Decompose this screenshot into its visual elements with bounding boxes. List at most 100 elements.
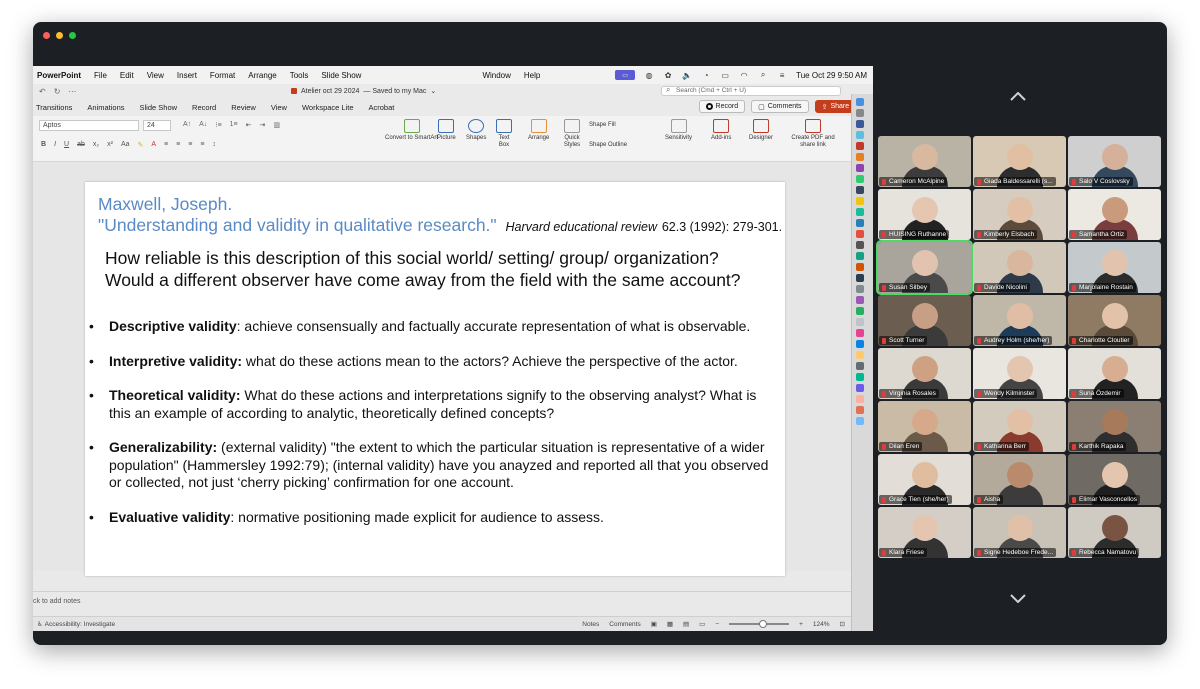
participant-tile[interactable]: Kimberly Elsbach <box>973 189 1066 240</box>
align-center-icon[interactable]: ≡ <box>176 141 180 149</box>
menu-format[interactable]: Format <box>210 71 235 80</box>
notes-pane[interactable]: ck to add notes <box>33 591 851 611</box>
menu-edit[interactable]: Edit <box>120 71 134 80</box>
participant-tile[interactable]: Signe Hedeboe Frede... <box>973 507 1066 558</box>
dock-app-icon[interactable] <box>856 329 864 337</box>
dock-app-icon[interactable] <box>856 186 864 194</box>
menu-slide-show[interactable]: Slide Show <box>321 71 361 80</box>
participant-tile[interactable]: Suna Özdemir <box>1068 348 1161 399</box>
slideshow-view-icon[interactable]: ▭ <box>699 620 705 628</box>
dock-app-icon[interactable] <box>856 197 864 205</box>
participant-tile[interactable]: Audrey Holm (she/her) <box>973 295 1066 346</box>
participant-tile[interactable]: Wendy Kilminster <box>973 348 1066 399</box>
minimize-window-button[interactable] <box>56 32 63 39</box>
convert-smartart-button[interactable]: Convert to SmartArt <box>385 119 438 142</box>
participant-tile[interactable]: Katharina Berr <box>973 401 1066 452</box>
shape-outline-button[interactable]: Shape Outline <box>589 142 627 149</box>
participant-tile[interactable]: Samantha Ortiz <box>1068 189 1161 240</box>
tab-review[interactable]: Review <box>231 103 256 112</box>
undo-icon[interactable]: ↶ <box>39 87 46 96</box>
tab-workspace-lite[interactable]: Workspace Lite <box>302 103 354 112</box>
dock-app-icon[interactable] <box>856 175 864 183</box>
close-window-button[interactable] <box>43 32 50 39</box>
bullets-icon[interactable]: ⁝≡ <box>215 121 221 129</box>
create-pdf-button[interactable]: Create PDF and share link <box>791 119 835 149</box>
menu-help[interactable]: Help <box>524 71 540 80</box>
sensitivity-button[interactable]: Sensitivity <box>665 119 692 142</box>
picture-button[interactable]: Picture <box>437 119 456 142</box>
menu-arrange[interactable]: Arrange <box>248 71 276 80</box>
participant-tile[interactable]: Virginia Rosales <box>878 348 971 399</box>
reading-view-icon[interactable]: ▤ <box>683 620 689 628</box>
volume-icon[interactable]: 🔈 <box>682 71 692 80</box>
fit-slide-icon[interactable]: ⊡ <box>840 620 845 628</box>
participant-tile[interactable]: Cameron McAlpine <box>878 136 971 187</box>
screen-share-icon[interactable]: ▭ <box>615 70 636 80</box>
subscript-icon[interactable]: x₂ <box>93 141 99 149</box>
zoom-in-icon[interactable]: + <box>799 621 803 628</box>
dock-app-icon[interactable] <box>856 362 864 370</box>
dock-app-icon[interactable] <box>856 340 864 348</box>
bold-icon[interactable]: B <box>41 141 46 149</box>
participant-tile[interactable]: Marjolaine Rostain <box>1068 242 1161 293</box>
comments-toggle[interactable]: Comments <box>609 621 640 628</box>
dock-app-icon[interactable] <box>856 274 864 282</box>
gallery-next-page-button[interactable] <box>1010 594 1026 603</box>
dock-app-icon[interactable] <box>856 208 864 216</box>
menu-window[interactable]: Window <box>482 71 510 80</box>
dock-app-icon[interactable] <box>856 241 864 249</box>
tab-transitions[interactable]: Transitions <box>36 103 72 112</box>
record-button[interactable]: Record <box>698 100 746 113</box>
indent-icon[interactable]: ⇤ <box>246 121 252 129</box>
search-input[interactable]: Search (Cmd + Ctrl + U) <box>661 86 841 96</box>
highlight-icon[interactable]: ✎ <box>138 141 144 149</box>
dock-app-icon[interactable] <box>856 296 864 304</box>
dock-app-icon[interactable] <box>856 120 864 128</box>
participant-tile[interactable]: Charlotte Cloutier <box>1068 295 1161 346</box>
participant-tile[interactable]: HUISING Ruthanne <box>878 189 971 240</box>
menu-insert[interactable]: Insert <box>177 71 197 80</box>
dock-app-icon[interactable] <box>856 318 864 326</box>
dock-app-icon[interactable] <box>856 417 864 425</box>
dock-app-icon[interactable] <box>856 307 864 315</box>
tab-slide-show[interactable]: Slide Show <box>140 103 178 112</box>
participant-tile[interactable]: Elimar Vasconcellos <box>1068 454 1161 505</box>
participant-tile[interactable]: Aisha <box>973 454 1066 505</box>
participant-tile[interactable]: Rebecca Namatovu <box>1068 507 1161 558</box>
redo-icon[interactable]: ↻ <box>54 87 61 96</box>
dock-app-icon[interactable] <box>856 252 864 260</box>
slide[interactable]: Maxwell, Joseph. "Understanding and vali… <box>85 182 785 576</box>
participant-tile[interactable]: Klara Friese <box>878 507 971 558</box>
battery-icon[interactable]: ▭ <box>720 71 730 80</box>
font-size-select[interactable]: 24 <box>143 120 171 131</box>
line-spacing-icon[interactable]: ↕ <box>212 141 216 149</box>
dock-app-icon[interactable] <box>856 263 864 271</box>
menu-app[interactable]: PowerPoint <box>37 71 81 80</box>
font-color-icon[interactable]: A <box>151 141 156 149</box>
menu-tools[interactable]: Tools <box>290 71 309 80</box>
underline-icon[interactable]: U <box>64 141 69 149</box>
tab-acrobat[interactable]: Acrobat <box>369 103 395 112</box>
zoom-out-icon[interactable]: − <box>715 621 719 628</box>
dock-app-icon[interactable] <box>856 395 864 403</box>
participant-tile[interactable]: Karthik Rapaka <box>1068 401 1161 452</box>
columns-icon[interactable]: ▥ <box>273 121 280 129</box>
dock-app-icon[interactable] <box>856 153 864 161</box>
shape-fill-button[interactable]: Shape Fill <box>589 122 616 129</box>
zoom-slider[interactable] <box>729 620 790 628</box>
globe-icon[interactable]: ◍ <box>644 71 654 80</box>
arrange-button[interactable]: Arrange <box>528 119 549 142</box>
clock-icon[interactable]: ◔ <box>701 71 711 80</box>
dock-app-icon[interactable] <box>856 131 864 139</box>
tab-view[interactable]: View <box>271 103 287 112</box>
maximize-window-button[interactable] <box>69 32 76 39</box>
participant-tile[interactable]: Giada Baldessarelli (s... <box>973 136 1066 187</box>
outdent-icon[interactable]: ⇥ <box>260 121 266 129</box>
search-icon[interactable]: ⌕ <box>758 70 768 80</box>
gallery-prev-page-button[interactable] <box>1010 92 1026 101</box>
document-title-area[interactable]: Atelier oct 29 2024 — Saved to my Mac ⌄ <box>291 87 436 95</box>
menu-file[interactable]: File <box>94 71 107 80</box>
dock-app-icon[interactable] <box>856 98 864 106</box>
tab-record[interactable]: Record <box>192 103 216 112</box>
dock-app-icon[interactable] <box>856 142 864 150</box>
